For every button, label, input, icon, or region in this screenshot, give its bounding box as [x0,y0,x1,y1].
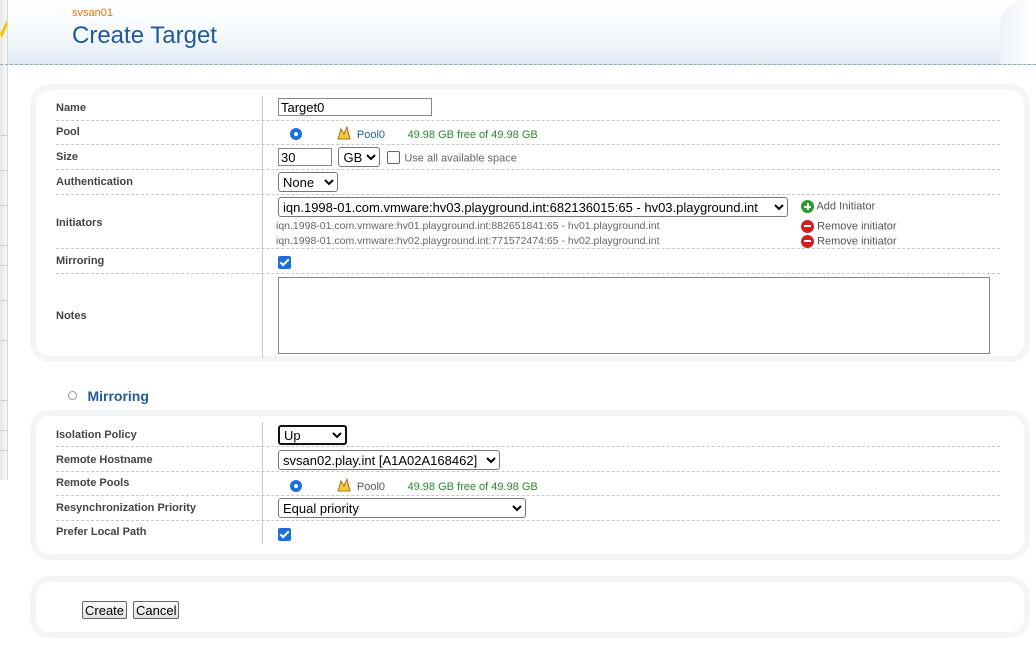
use-all-space-checkbox[interactable] [386,150,400,164]
size-unit-select[interactable]: GB [338,147,381,167]
actions-panel: Create Cancel [36,582,1024,632]
edge-tick [0,300,7,301]
name-row: Name [56,96,1000,121]
remove-initiator-button[interactable]: Remove initiator [801,235,897,248]
edge-tick [0,265,7,266]
isolation-select[interactable]: Up [278,425,347,445]
notes-row: Notes [56,274,1000,358]
notes-label: Notes [56,310,87,322]
edge-tick [0,430,7,431]
authentication-select[interactable]: None [278,172,338,192]
resync-priority-select[interactable]: Equal priority [278,498,526,518]
edge-tick [0,170,7,171]
mirroring-form: Isolation Policy Up Remote Hostname svsa… [56,422,1000,544]
prefer-local-checkbox[interactable] [278,528,291,542]
use-all-space-label: Use all available space [404,152,517,165]
mirroring-section-title: Mirroring [87,387,149,404]
left-edge-bar [0,0,8,480]
remote-pool-free-space: 49.98 GB free of 49.98 GB [407,481,538,493]
remote-hostname-select[interactable]: svsan02.play.int [A1A02A168462] [278,450,500,470]
yellow-mark-icon [0,20,7,38]
target-form-panel: Name Pool Pool0 49.98 GB free of 49.98 G… [36,90,1024,358]
edge-tick [0,340,7,341]
collapse-icon [68,391,77,401]
mirroring-section-header[interactable]: Mirroring [68,387,149,405]
header-divider [0,64,1036,65]
edge-tick [0,205,7,206]
initiator-select[interactable]: iqn.1998-01.com.vmware:hv03.playground.i… [278,197,788,217]
edge-tick [0,245,7,246]
add-initiator-button[interactable]: Add Initiator [801,200,875,213]
size-label: Size [56,151,79,163]
remote-pools-label: Remote Pools [56,477,130,489]
initiator-item: iqn.1998-01.com.vmware:hv02.playground.i… [276,235,660,247]
initiators-row: Initiators iqn.1998-01.com.vmware:hv03.p… [56,195,1000,249]
server-name: svsan01 [72,7,113,19]
mirroring-checkbox[interactable] [278,256,291,270]
name-input[interactable] [278,98,432,116]
mirroring-label: Mirroring [56,255,105,267]
cancel-button[interactable]: Cancel [133,601,180,619]
isolation-label: Isolation Policy [56,429,137,441]
resync-row: Resynchronization Priority Equal priorit… [56,496,1000,521]
mirroring-panel: Isolation Policy Up Remote Hostname svsa… [36,416,1024,554]
target-form: Name Pool Pool0 49.98 GB free of 49.98 G… [56,96,1000,358]
remote-pool-icon [337,477,352,492]
add-initiator-label: Add Initiator [816,200,876,213]
edge-tick [0,400,7,401]
remove-icon [801,235,814,248]
pool-label: Pool [56,126,80,138]
remove-initiator-label: Remove initiator [817,235,897,248]
resync-label: Resynchronization Priority [56,502,196,514]
page-title: Create Target [72,22,217,49]
initiators-label: Initiators [56,217,103,229]
pool-icon [337,125,352,140]
remove-icon [801,220,814,233]
edge-tick [0,135,7,136]
header-curve [1000,0,1036,64]
authentication-row: Authentication None [56,170,1000,195]
size-input[interactable] [278,148,332,166]
edge-tick [0,450,7,451]
pool-radio[interactable] [290,127,302,140]
pool-row: Pool Pool0 49.98 GB free of 49.98 GB [56,121,1000,145]
pool-free-space: 49.98 GB free of 49.98 GB [407,129,538,141]
remote-hostname-row: Remote Hostname svsan02.play.int [A1A02A… [56,447,1000,472]
prefer-local-label: Prefer Local Path [56,526,147,538]
add-icon [801,200,814,213]
initiator-item: iqn.1998-01.com.vmware:hv01.playground.i… [276,220,660,232]
size-row: Size GB Use all available space [56,145,1000,170]
prefer-local-row: Prefer Local Path [56,521,1000,544]
remote-pool-name[interactable]: Pool0 [357,481,385,493]
page-header: svsan01 Create Target [8,0,1036,65]
notes-textarea[interactable] [278,277,990,354]
remote-pool-radio[interactable] [290,479,302,492]
mirroring-row: Mirroring [56,249,1000,274]
create-button[interactable]: Create [82,601,128,619]
isolation-row: Isolation Policy Up [56,422,1000,447]
authentication-label: Authentication [56,176,133,188]
remove-initiator-label: Remove initiator [817,220,897,233]
remove-initiator-button[interactable]: Remove initiator [801,220,897,233]
remote-hostname-label: Remote Hostname [56,454,153,466]
name-label: Name [56,102,86,114]
pool-name[interactable]: Pool0 [357,129,385,141]
remote-pools-row: Remote Pools Pool0 49.98 GB free of 49.9… [56,472,1000,496]
